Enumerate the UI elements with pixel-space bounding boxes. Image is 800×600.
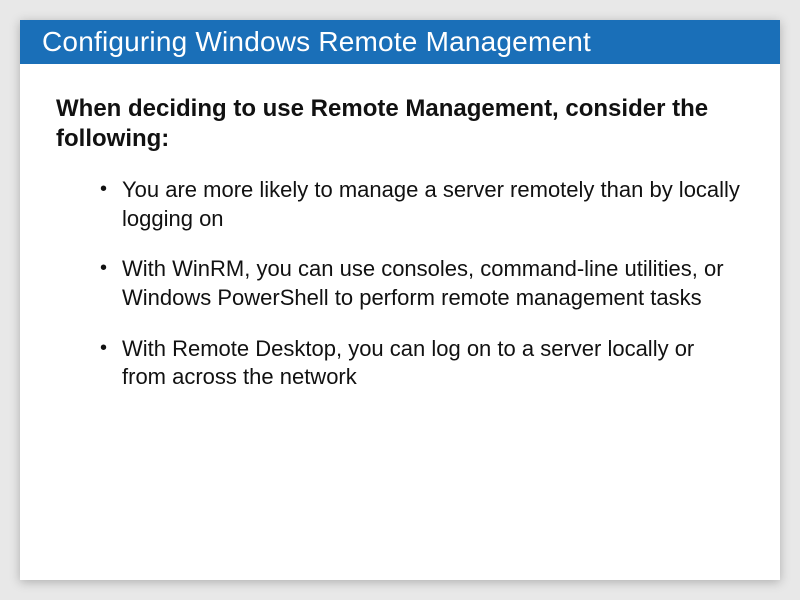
slide-body: When deciding to use Remote Management, …: [20, 64, 780, 434]
intro-text: When deciding to use Remote Management, …: [56, 94, 744, 154]
bullet-list: You are more likely to manage a server r…: [56, 176, 744, 392]
slide: Configuring Windows Remote Management Wh…: [20, 20, 780, 580]
list-item: You are more likely to manage a server r…: [104, 176, 744, 233]
list-item: With Remote Desktop, you can log on to a…: [104, 335, 744, 392]
slide-title: Configuring Windows Remote Management: [20, 20, 780, 64]
list-item: With WinRM, you can use consoles, comman…: [104, 255, 744, 312]
